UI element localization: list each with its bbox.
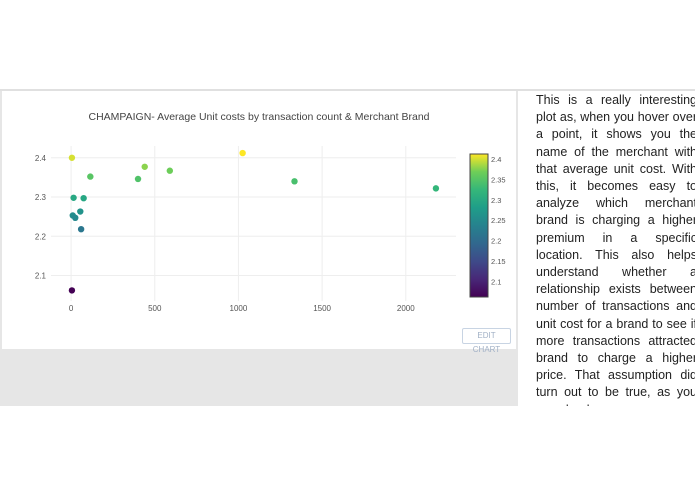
colorbar-tick-label: 2.3	[491, 196, 501, 205]
data-point[interactable]	[77, 225, 85, 233]
x-tick-label: 500	[148, 304, 162, 313]
colorbar-tick-label: 2.35	[491, 175, 506, 184]
chart-title: CHAMPAIGN- Average Unit costs by transac…	[88, 111, 429, 123]
data-point[interactable]	[68, 287, 76, 294]
edit-chart-button[interactable]: EDIT CHART	[462, 328, 511, 354]
data-point[interactable]	[68, 154, 76, 161]
data-point[interactable]	[432, 185, 440, 192]
description-panel: This is a really interesting plot as, wh…	[518, 91, 695, 406]
description-text: This is a really interesting plot as, wh…	[536, 93, 695, 406]
data-point[interactable]	[77, 208, 84, 215]
data-point[interactable]	[87, 173, 94, 180]
grid-lines	[51, 146, 456, 301]
data-point[interactable]	[141, 163, 148, 170]
colorbar-tick-label: 2.4	[491, 155, 501, 164]
x-tick-label: 1500	[313, 304, 331, 313]
data-point[interactable]	[166, 167, 174, 174]
x-tick-label: 1000	[230, 304, 248, 313]
data-point[interactable]	[134, 175, 142, 183]
colorbar-tick-label: 2.25	[491, 216, 506, 225]
data-point[interactable]	[70, 194, 77, 201]
data-points[interactable]	[68, 149, 440, 294]
y-tick-label: 2.2	[35, 232, 47, 241]
y-tick-label: 2.4	[35, 154, 47, 163]
scatter-chart[interactable]: CHAMPAIGN- Average Unit costs by transac…	[2, 91, 516, 349]
colorbar-gradient	[469, 153, 489, 298]
x-tick-label: 0	[69, 304, 74, 313]
colorbar-tick-label: 2.2	[491, 237, 501, 246]
y-tick-label: 2.1	[35, 271, 47, 280]
colorbar: 2.4 2.35 2.3 2.25 2.2 2.15 2.1	[469, 153, 506, 298]
colorbar-tick-label: 2.15	[491, 257, 506, 266]
x-tick-label: 2000	[397, 304, 415, 313]
data-point[interactable]	[72, 214, 79, 222]
data-point[interactable]	[239, 149, 246, 157]
data-point[interactable]	[80, 194, 87, 202]
data-point[interactable]	[291, 178, 298, 185]
chart-panel: CHAMPAIGN- Average Unit costs by transac…	[2, 91, 516, 349]
y-tick-label: 2.3	[35, 193, 47, 202]
colorbar-tick-label: 2.1	[491, 277, 501, 286]
